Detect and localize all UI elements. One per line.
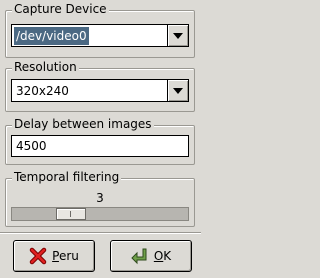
capture-device-value: /dev/video0: [14, 26, 89, 45]
resolution-input[interactable]: 320x240: [11, 79, 168, 102]
temporal-filtering-group: Temporal filtering 3: [5, 170, 195, 227]
slider-thumb[interactable]: [55, 208, 86, 220]
ok-button[interactable]: OK: [110, 240, 192, 272]
delay-group: Delay between images 4500: [5, 117, 195, 165]
delay-input[interactable]: 4500: [11, 135, 189, 157]
capture-device-input[interactable]: /dev/video0: [11, 24, 168, 47]
chevron-down-icon: [173, 87, 183, 94]
chevron-down-icon: [173, 32, 183, 39]
delay-value: 4500: [16, 139, 47, 153]
cancel-button[interactable]: Peru: [13, 240, 95, 272]
capture-device-group: Capture Device /dev/video0: [5, 2, 195, 58]
temporal-filtering-slider[interactable]: [11, 207, 189, 221]
green-arrow-icon: [131, 248, 147, 265]
separator: [0, 232, 201, 234]
delay-label: Delay between images: [12, 117, 154, 131]
ok-label: OK: [153, 249, 172, 263]
resolution-label: Resolution: [12, 60, 79, 74]
resolution-dropdown-button[interactable]: [167, 79, 189, 102]
resolution-value: 320x240: [16, 83, 69, 98]
capture-device-label: Capture Device: [12, 2, 109, 16]
red-x-icon: [29, 247, 47, 265]
cancel-label: Peru: [52, 249, 79, 263]
temporal-filtering-label: Temporal filtering: [12, 170, 122, 184]
resolution-group: Resolution 320x240: [5, 60, 195, 112]
temporal-filtering-value: 3: [96, 191, 104, 205]
capture-device-dropdown-button[interactable]: [167, 24, 189, 47]
